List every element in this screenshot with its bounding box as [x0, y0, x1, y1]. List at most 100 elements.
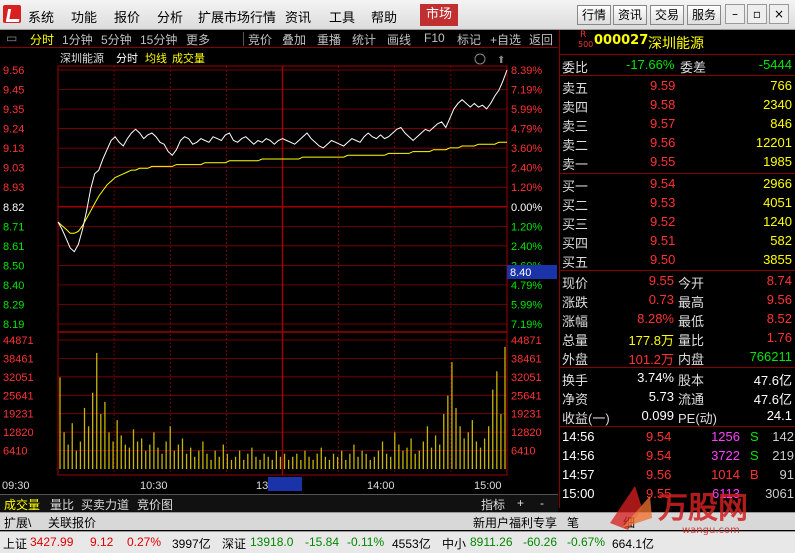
- tab-volume[interactable]: 成交量: [4, 496, 40, 513]
- mark-button[interactable]: 标记: [457, 31, 481, 48]
- finance-value: 3.74%: [637, 370, 674, 385]
- draw-button[interactable]: 画线: [387, 31, 411, 48]
- tab-15min[interactable]: 15分钟: [140, 31, 177, 48]
- finance-row: 收益(一) 0.099 PE(动) 24.1: [560, 407, 795, 426]
- more-dropdown[interactable]: 更多: [186, 31, 210, 48]
- tab-intraday[interactable]: 分时: [30, 31, 54, 48]
- new-user-promo-link[interactable]: 新用户福利专享: [473, 514, 557, 531]
- menu-extended-market[interactable]: 扩展市场行情: [198, 7, 276, 26]
- sz-index-amount: 4553亿: [392, 537, 431, 551]
- price-axis-label: 9.13: [3, 143, 24, 155]
- stat-label: 现价: [562, 276, 589, 291]
- pct-axis-label: 2.40%: [511, 163, 542, 175]
- menu-news[interactable]: 资讯: [285, 7, 311, 26]
- pct-axis-label: 4.79%: [511, 124, 542, 136]
- finance-value: 5.73: [648, 389, 674, 404]
- stat-value: 101.2万: [628, 352, 674, 367]
- chart-expand-icon[interactable]: ⬆: [497, 55, 505, 66]
- stat-label-2: 最低: [678, 314, 705, 329]
- tab-buy-sell-force[interactable]: 买卖力道: [81, 496, 129, 513]
- stats-button[interactable]: 统计: [352, 31, 376, 48]
- stat-value-2: 1.76: [766, 330, 792, 345]
- add-watchlist-button[interactable]: +自选: [490, 31, 521, 48]
- sz-index-label[interactable]: 深证: [222, 535, 246, 552]
- tick-direction: S: [750, 448, 759, 463]
- menu-function[interactable]: 功能: [71, 7, 97, 26]
- ask-label: 卖一: [562, 157, 589, 172]
- ext-tab[interactable]: 扩展\: [4, 514, 31, 531]
- zoom-out-button[interactable]: -: [540, 496, 544, 510]
- market-button[interactable]: 市场: [420, 4, 458, 26]
- tab-volume-ratio[interactable]: 量比: [50, 496, 74, 513]
- ask-row: 卖一 9.55 1985: [560, 153, 795, 172]
- tick-tab[interactable]: 笔: [567, 514, 579, 531]
- ask-label: 卖四: [562, 100, 589, 115]
- stat-row: 涨幅 8.28% 最低 8.52: [560, 310, 795, 329]
- chart-stock-name: 深圳能源: [60, 51, 104, 65]
- sh-index-amount: 3997亿: [172, 537, 211, 551]
- zoom-in-button[interactable]: +: [517, 496, 524, 510]
- close-icon[interactable]: ×: [769, 4, 789, 24]
- price-axis-label: 8.61: [3, 241, 24, 253]
- finance-value-2: 24.1: [766, 408, 792, 423]
- back-button[interactable]: 返回: [529, 31, 553, 48]
- menu-tools[interactable]: 工具: [329, 7, 355, 26]
- replay-button[interactable]: 重播: [317, 31, 341, 48]
- trade-button[interactable]: 交易: [650, 5, 684, 25]
- menu-system[interactable]: 系统: [28, 7, 54, 26]
- price-axis-label: 8.82: [3, 202, 24, 214]
- overlay-button[interactable]: 叠加: [282, 31, 306, 48]
- quote-button[interactable]: 行情: [577, 5, 611, 25]
- sh-index-label[interactable]: 上证: [3, 535, 27, 552]
- bid-volume: 2966: [763, 176, 792, 191]
- tick-row: 14:56 9.54 1256 S 142: [560, 428, 795, 447]
- price-axis-label: 8.71: [3, 221, 24, 233]
- stat-value-2: 9.56: [766, 292, 792, 307]
- indicator-button[interactable]: 指标: [481, 496, 505, 513]
- service-button[interactable]: 服务: [687, 5, 721, 25]
- finance-label: 收益(一): [562, 411, 610, 426]
- stat-label-2: 最高: [678, 295, 705, 310]
- stock-code: 000027: [594, 33, 649, 48]
- maximize-icon[interactable]: ▫: [747, 4, 767, 24]
- tick-volume: 1256: [711, 429, 740, 444]
- minimize-icon[interactable]: –: [725, 4, 745, 24]
- ask-volume: 846: [770, 116, 792, 131]
- bid-label: 买三: [562, 217, 589, 232]
- window-toggle-icon[interactable]: ▭: [6, 31, 17, 45]
- chart-mode-label: 分时: [116, 52, 138, 65]
- finance-label: 净资: [562, 392, 589, 407]
- finance-label-2: PE(动): [678, 411, 718, 426]
- bid-price: 9.51: [650, 233, 676, 248]
- tab-5min[interactable]: 5分钟: [101, 31, 132, 48]
- news-button[interactable]: 资讯: [613, 5, 647, 25]
- bid-row: 买三 9.52 1240: [560, 213, 795, 232]
- tab-auction-chart[interactable]: 竞价图: [137, 496, 173, 513]
- sme-index-label[interactable]: 中小: [442, 535, 466, 552]
- auction-button[interactable]: 竞价: [248, 31, 272, 48]
- related-quote-tab[interactable]: 关联报价: [48, 514, 96, 531]
- volume-axis-label-right: 6410: [511, 446, 535, 458]
- tick-row: 14:56 9.54 3722 S 219: [560, 447, 795, 466]
- sme-index-pct: -0.67%: [567, 535, 606, 549]
- stat-row: 外盘 101.2万 内盘 766211: [560, 348, 795, 367]
- stat-value-2: 8.74: [766, 273, 792, 288]
- volume-axis-label: 32051: [3, 372, 34, 384]
- price-axis-label: 9.24: [3, 124, 24, 136]
- volume-axis-label-right: 32051: [511, 372, 542, 384]
- menu-quote[interactable]: 报价: [114, 7, 140, 26]
- f10-button[interactable]: F10: [424, 31, 445, 45]
- price-axis-label: 8.93: [3, 182, 24, 194]
- chart-settings-icon[interactable]: [474, 53, 486, 65]
- volume-axis-label: 6410: [3, 446, 27, 458]
- weibi-label: 委比: [562, 60, 589, 75]
- menu-help[interactable]: 帮助: [371, 7, 397, 26]
- bid-row: 买二 9.53 4051: [560, 194, 795, 213]
- pct-axis-label: 1.20%: [511, 182, 542, 194]
- intraday-chart[interactable]: 9.56 8.39% 9.45 7.19% 9.35 5.99% 9.24 4.79% 9.13…: [0, 48, 558, 494]
- tab-1min[interactable]: 1分钟: [62, 31, 93, 48]
- tick-time: 14:56: [562, 429, 595, 444]
- cursor-time-box: [268, 477, 302, 491]
- menu-analysis[interactable]: 分析: [157, 7, 183, 26]
- price-axis-label: 8.40: [3, 280, 24, 292]
